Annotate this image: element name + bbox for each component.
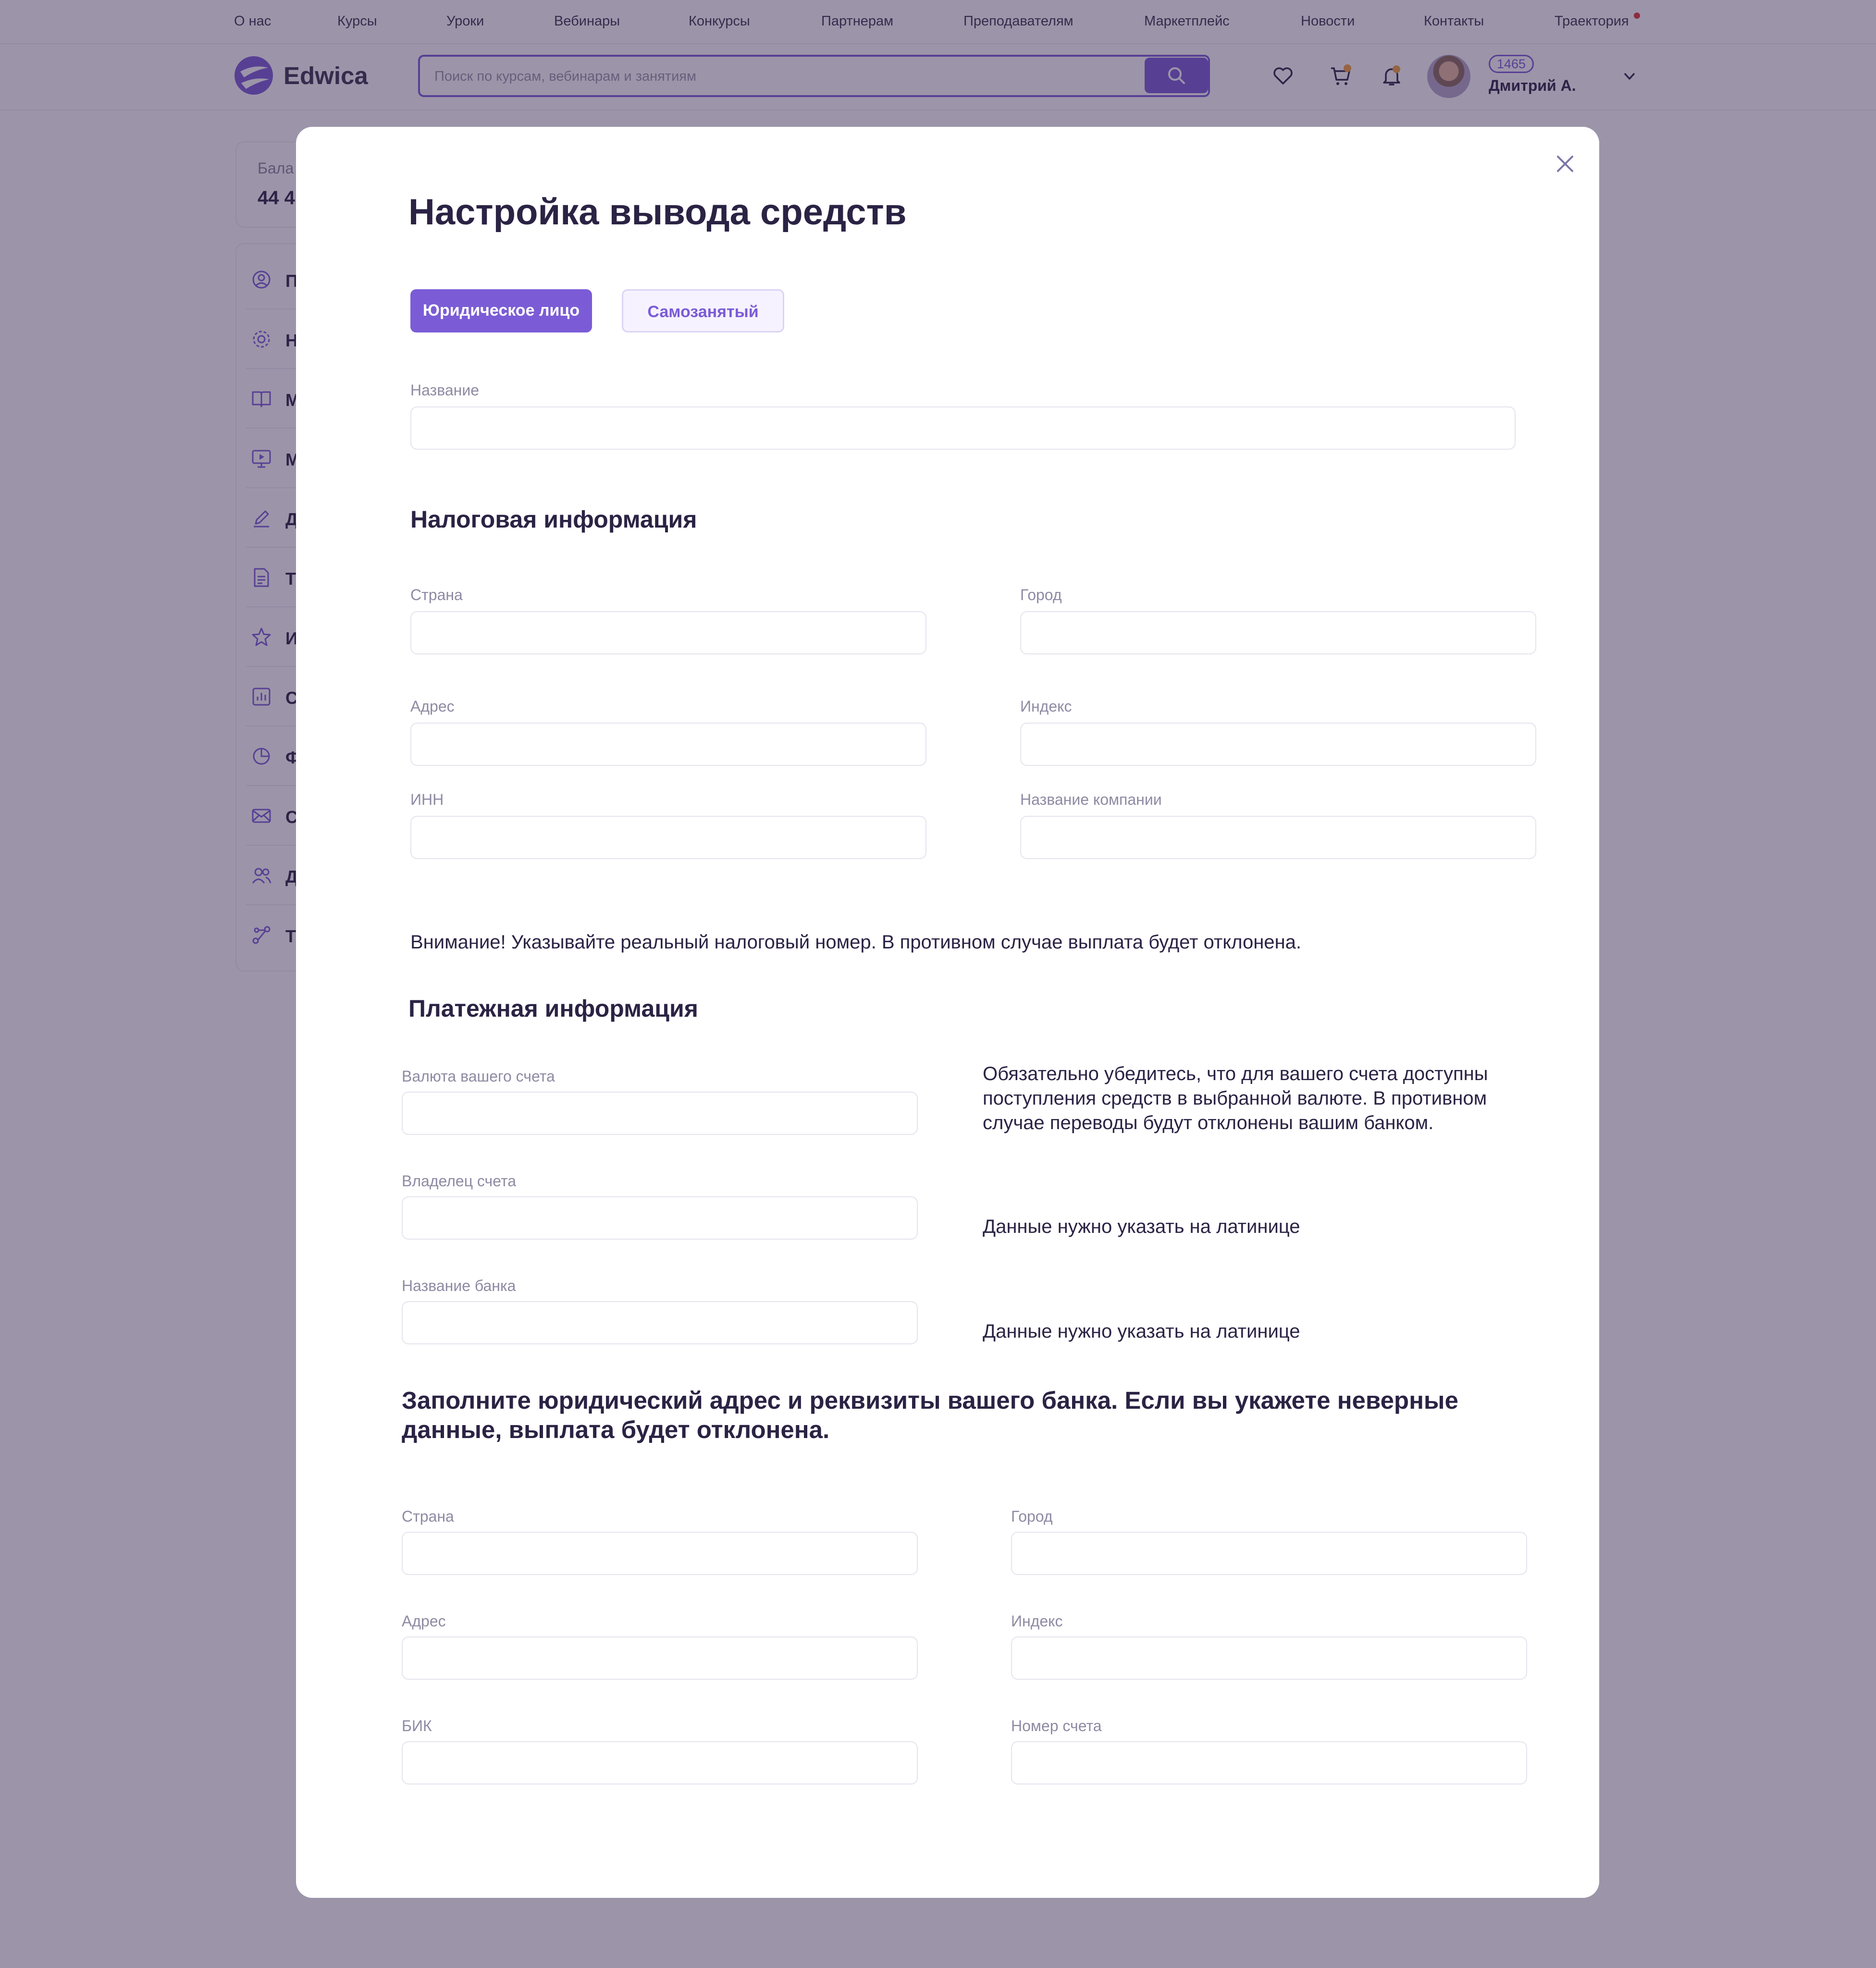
- bank-country-label: Страна: [402, 1508, 454, 1525]
- bank-country-field[interactable]: [402, 1532, 918, 1575]
- tax-address-label: Адрес: [410, 698, 455, 715]
- tab-self-employed[interactable]: Самозанятый: [622, 289, 784, 332]
- close-icon[interactable]: [1553, 152, 1577, 176]
- bank-index-field[interactable]: [1011, 1636, 1527, 1680]
- inn-label: ИНН: [410, 791, 444, 808]
- account-number-label: Номер счета: [1011, 1717, 1102, 1734]
- tab-legal-entity[interactable]: Юридическое лицо: [410, 289, 592, 332]
- company-name-field[interactable]: [1020, 816, 1536, 859]
- name-label: Название: [410, 381, 479, 399]
- name-field[interactable]: [410, 406, 1516, 450]
- bank-city-label: Город: [1011, 1508, 1053, 1525]
- bank-name-field[interactable]: [402, 1301, 918, 1344]
- account-owner-label: Владелец счета: [402, 1172, 517, 1190]
- bank-address-label: Адрес: [402, 1612, 446, 1630]
- tax-country-field[interactable]: [410, 611, 926, 654]
- currency-label: Валюта вашего счета: [402, 1068, 555, 1085]
- bank-address-field[interactable]: [402, 1636, 918, 1680]
- inn-field[interactable]: [410, 816, 926, 859]
- bank-name-note: Данные нужно указать на латинице: [983, 1321, 1300, 1342]
- bank-index-label: Индекс: [1011, 1612, 1063, 1630]
- account-owner-field[interactable]: [402, 1196, 918, 1240]
- bik-label: БИК: [402, 1717, 432, 1734]
- tax-section-title: Налоговая информация: [410, 506, 697, 533]
- modal-title: Настройка вывода средств: [408, 192, 907, 233]
- tax-index-field[interactable]: [1020, 723, 1536, 766]
- tax-city-label: Город: [1020, 586, 1062, 603]
- currency-note: Обязательно убедитесь, что для вашего сч…: [983, 1063, 1488, 1133]
- bank-name-label: Название банка: [402, 1277, 516, 1294]
- tax-index-label: Индекс: [1020, 698, 1072, 715]
- account-number-field[interactable]: [1011, 1741, 1527, 1784]
- tax-country-label: Страна: [410, 586, 463, 603]
- bank-city-field[interactable]: [1011, 1532, 1527, 1575]
- payment-section-title: Платежная информация: [408, 995, 698, 1022]
- bik-field[interactable]: [402, 1741, 918, 1784]
- account-owner-note: Данные нужно указать на латинице: [983, 1216, 1300, 1237]
- currency-field[interactable]: [402, 1092, 918, 1135]
- tax-warning-text: Внимание! Указывайте реальный налоговый …: [410, 932, 1301, 953]
- tax-address-field[interactable]: [410, 723, 926, 766]
- tax-city-field[interactable]: [1020, 611, 1536, 654]
- bank-details-note: Заполните юридический адрес и реквизиты …: [402, 1387, 1458, 1443]
- company-name-label: Название компании: [1020, 791, 1162, 808]
